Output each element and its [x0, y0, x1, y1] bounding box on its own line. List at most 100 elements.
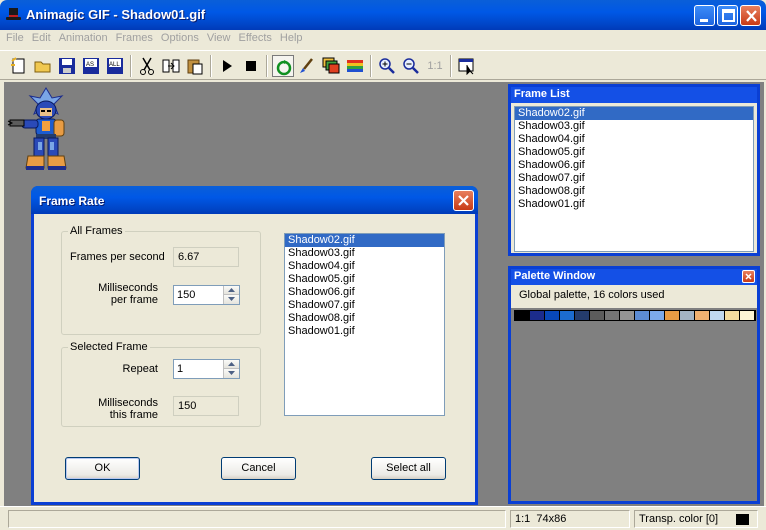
frame-list-item[interactable]: Shadow04.gif [515, 133, 753, 146]
cut-icon[interactable] [136, 55, 158, 77]
ms-per-frame-spinner[interactable]: 150 [173, 285, 240, 305]
paste-icon[interactable] [184, 55, 206, 77]
open-icon[interactable] [32, 55, 54, 77]
frame-list-item[interactable]: Shadow05.gif [515, 146, 753, 159]
palette-color-swatch[interactable] [710, 311, 725, 320]
selected-frame-group: Selected Frame Repeat 1 Milliseconds thi… [61, 341, 261, 427]
frame-rate-dialog: Frame Rate All Frames Frames per second … [31, 186, 478, 505]
window-title: Animagic GIF - Shadow01.gif [26, 7, 206, 22]
menu-edit[interactable]: Edit [28, 30, 55, 44]
repeat-arrows [223, 360, 239, 378]
svg-text:AS: AS [86, 62, 94, 68]
main-title-bar[interactable]: Animagic GIF - Shadow01.gif [0, 0, 766, 30]
zoom-1-1-icon[interactable]: 1:1 [424, 55, 446, 77]
spin-up-button[interactable] [224, 286, 239, 295]
zoom-in-icon[interactable] [376, 55, 398, 77]
play-icon[interactable] [216, 55, 238, 77]
frame-list-item[interactable]: Shadow01.gif [515, 198, 753, 211]
dialog-frame-item[interactable]: Shadow04.gif [285, 260, 444, 273]
palette-color-swatch[interactable] [665, 311, 680, 320]
palette-color-swatch[interactable] [575, 311, 590, 320]
menu-view[interactable]: View [203, 30, 235, 44]
ok-button[interactable]: OK [65, 457, 140, 480]
dialog-title: Frame Rate [39, 194, 105, 208]
ms-per-frame-label-line2: per frame [110, 294, 158, 306]
loop-icon[interactable] [272, 55, 294, 77]
ms-this-frame-label-line1: Milliseconds [98, 397, 158, 409]
frame-list-item[interactable]: Shadow02.gif [515, 107, 753, 120]
menu-effects[interactable]: Effects [234, 30, 275, 44]
menu-frames[interactable]: Frames [112, 30, 157, 44]
all-frames-group-label: All Frames [68, 225, 125, 237]
menu-help[interactable]: Help [276, 30, 307, 44]
insert-icon[interactable] [160, 55, 182, 77]
palette-color-swatch[interactable] [725, 311, 740, 320]
dialog-close-button[interactable] [453, 190, 474, 211]
paint-icon[interactable] [296, 55, 318, 77]
frame-list-item[interactable]: Shadow03.gif [515, 120, 753, 133]
save-icon[interactable] [56, 55, 78, 77]
dialog-title-bar[interactable]: Frame Rate [31, 186, 478, 214]
palette-header: Global palette, 16 colors used [511, 285, 757, 308]
palette-color-swatch[interactable] [545, 311, 560, 320]
dialog-frame-item[interactable]: Shadow07.gif [285, 299, 444, 312]
minimize-button[interactable] [694, 5, 715, 26]
palette-color-swatch[interactable] [620, 311, 635, 320]
palette-area [511, 308, 757, 501]
status-zoom-size: 1:1 74x86 [510, 510, 630, 528]
dialog-frame-item[interactable]: Shadow05.gif [285, 273, 444, 286]
save-all-icon[interactable]: ALL [104, 55, 126, 77]
repeat-spinner[interactable]: 1 [173, 359, 240, 379]
save-as-icon[interactable]: AS [80, 55, 102, 77]
frame-list-item[interactable]: Shadow07.gif [515, 172, 753, 185]
selected-frame-group-label: Selected Frame [68, 341, 150, 353]
select-all-button[interactable]: Select all [371, 457, 446, 480]
colors-icon[interactable] [344, 55, 366, 77]
palette-color-swatch[interactable] [650, 311, 665, 320]
cancel-button[interactable]: Cancel [221, 457, 296, 480]
dialog-frame-item[interactable]: Shadow06.gif [285, 286, 444, 299]
maximize-button[interactable] [717, 5, 738, 26]
menu-options[interactable]: Options [157, 30, 203, 44]
frame-list-item[interactable]: Shadow06.gif [515, 159, 753, 172]
repeat-label: Repeat [122, 363, 158, 375]
dialog-frame-item[interactable]: Shadow02.gif [285, 234, 444, 247]
palette-swatches[interactable] [514, 310, 756, 321]
palette-color-swatch[interactable] [560, 311, 575, 320]
spin-up-button[interactable] [224, 360, 239, 369]
palette-color-swatch[interactable] [695, 311, 710, 320]
spin-down-button[interactable] [224, 369, 239, 378]
dialog-frame-list[interactable]: Shadow02.gif Shadow03.gif Shadow04.gif S… [284, 233, 445, 416]
transparent-color-swatch [736, 514, 749, 525]
palette-color-swatch[interactable] [590, 311, 605, 320]
frames-icon[interactable] [320, 55, 342, 77]
palette-color-swatch[interactable] [530, 311, 545, 320]
frame-list-item[interactable]: Shadow08.gif [515, 185, 753, 198]
palette-color-swatch[interactable] [635, 311, 650, 320]
ms-per-frame-value[interactable]: 150 [177, 289, 195, 301]
palette-close-button[interactable] [742, 270, 755, 283]
palette-window-title[interactable]: Palette Window [511, 269, 757, 285]
spin-down-button[interactable] [224, 295, 239, 304]
menu-file[interactable]: File [0, 30, 28, 44]
palette-color-swatch[interactable] [740, 311, 755, 320]
zoom-out-icon[interactable] [400, 55, 422, 77]
dialog-frame-item[interactable]: Shadow01.gif [285, 325, 444, 338]
dialog-frame-item[interactable]: Shadow03.gif [285, 247, 444, 260]
ms-this-frame-value: 150 [173, 396, 239, 416]
sprite-preview-image[interactable] [6, 86, 80, 172]
stop-icon[interactable] [240, 55, 262, 77]
palette-color-swatch[interactable] [605, 311, 620, 320]
repeat-value[interactable]: 1 [177, 363, 183, 375]
close-button[interactable] [740, 5, 761, 26]
menu-animation[interactable]: Animation [55, 30, 112, 44]
frame-list-title[interactable]: Frame List [511, 87, 757, 103]
toolbar-separator [210, 55, 212, 77]
properties-icon[interactable] [456, 55, 478, 77]
dialog-frame-item[interactable]: Shadow08.gif [285, 312, 444, 325]
palette-color-swatch[interactable] [515, 311, 530, 320]
new-icon[interactable] [8, 55, 30, 77]
frame-list-box[interactable]: Shadow02.gif Shadow03.gif Shadow04.gif S… [514, 106, 754, 252]
palette-window-panel: Palette Window Global palette, 16 colors… [508, 266, 760, 504]
palette-color-swatch[interactable] [680, 311, 695, 320]
